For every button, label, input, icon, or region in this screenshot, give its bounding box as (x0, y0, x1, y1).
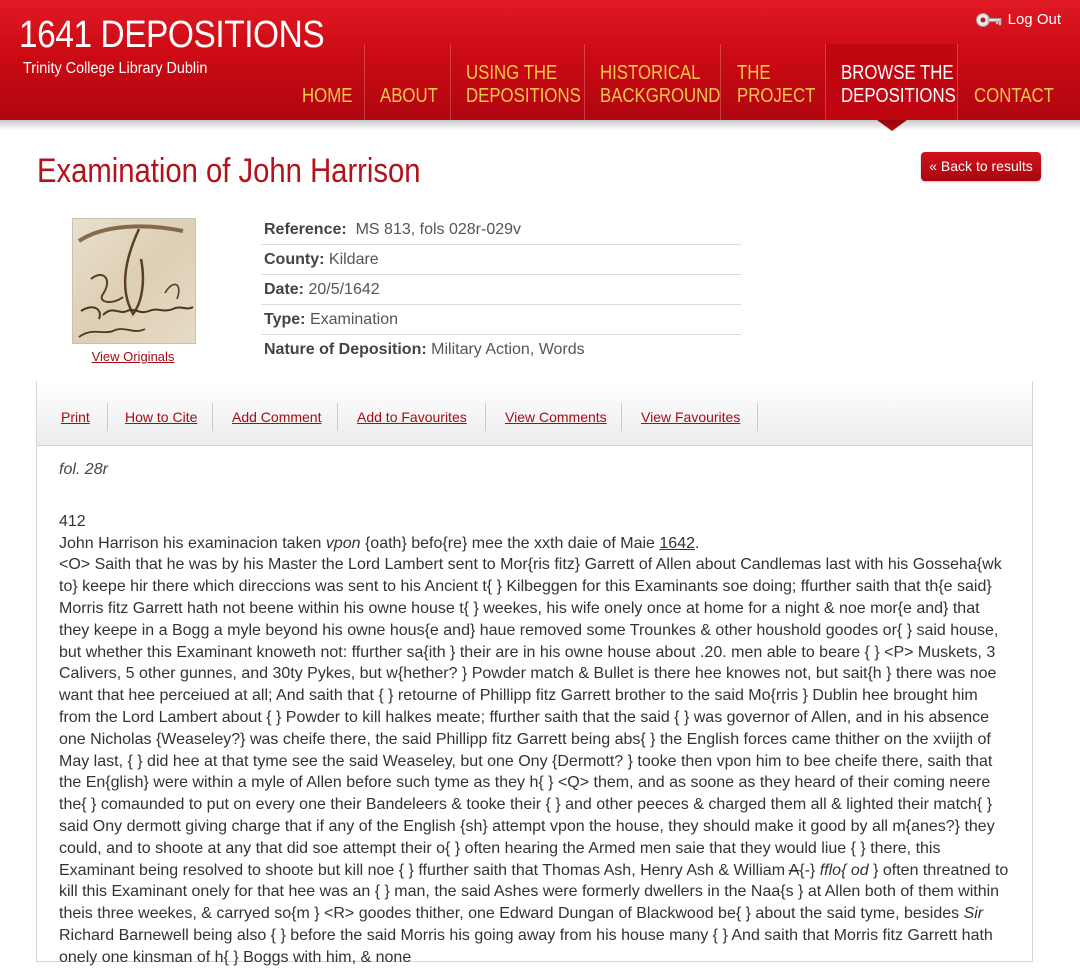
paragraph-text-2: {-} (799, 861, 820, 879)
meta-county: County: Kildare (261, 245, 741, 275)
paragraph-struck-text: A (788, 861, 800, 879)
manuscript-thumbnail[interactable] (72, 218, 196, 344)
how-to-cite-link[interactable]: How to Cite (125, 409, 197, 425)
nav-historical-label: HISTORICAL BACKGROUND (600, 62, 721, 107)
key-icon (975, 12, 1002, 27)
deposition-panel: Print How to Cite Add Comment Add to Fav… (36, 381, 1033, 966)
meta-reference-value: MS 813, fols 028r-029v (355, 221, 522, 238)
page-number: 412 (59, 512, 86, 530)
add-to-favourites-link[interactable]: Add to Favourites (357, 409, 467, 425)
deposition-metadata: Reference: MS 813, fols 028r-029v County… (261, 215, 741, 364)
back-to-results-button[interactable]: « Back to results (921, 152, 1041, 181)
nav-home[interactable]: HOME (286, 44, 364, 120)
nav-contact-label: CONTACT (974, 85, 1054, 107)
heading-text: John Harrison his examinacion taken (59, 534, 326, 552)
meta-nature-value: Military Action, Words (431, 341, 585, 358)
transcript: fol. 28r 412 John Harrison his examinaci… (59, 459, 1014, 969)
heading-vpon: vpon (325, 534, 361, 552)
meta-date-label: Date: (264, 281, 305, 298)
print-link[interactable]: Print (61, 409, 90, 425)
toolbar-divider (621, 403, 622, 431)
main-nav: HOME ABOUT USING THE DEPOSITIONS HISTORIC… (0, 44, 1080, 131)
logout-label: Log Out (1007, 11, 1061, 28)
nav-browse-label: BROWSE THE DEPOSITIONS (841, 62, 956, 107)
nav-home-label: HOME (302, 85, 353, 107)
nav-browse-the-depositions[interactable]: BROWSE THE DEPOSITIONS (826, 44, 957, 131)
meta-nature-label: Nature of Deposition: (264, 341, 427, 358)
nav-historical-background[interactable]: HISTORICAL BACKGROUND (584, 44, 720, 120)
folio-label: fol. 28r (59, 461, 108, 478)
add-comment-link[interactable]: Add Comment (232, 409, 321, 425)
meta-county-label: County: (264, 251, 325, 268)
meta-reference-label: Reference: (264, 221, 347, 238)
meta-type-value: Examination (309, 311, 398, 328)
meta-nature: Nature of Deposition: Military Action, W… (261, 335, 741, 364)
nav-using-label: USING THE DEPOSITIONS (466, 62, 581, 107)
paragraph-text: <O> Saith that he was by his Master the … (59, 556, 1002, 879)
action-toolbar: Print How to Cite Add Comment Add to Fav… (37, 381, 1032, 446)
toolbar-divider (337, 403, 338, 431)
heading-year: 1642 (659, 534, 695, 552)
meta-date-value: 20/5/1642 (308, 281, 380, 298)
heading-text-2: {oath} befo{re} mee the xxth daie of Mai… (360, 534, 660, 552)
paragraph-sir: Sir (963, 905, 984, 923)
toolbar-divider (485, 403, 486, 431)
view-originals-link[interactable]: View Originals (72, 349, 194, 364)
meta-reference: Reference: MS 813, fols 028r-029v (261, 215, 741, 245)
paragraph-text-4: Richard Barnewell being also { } before … (59, 926, 993, 966)
logout-link[interactable]: Log Out (975, 11, 1061, 28)
nav-using-the-depositions[interactable]: USING THE DEPOSITIONS (450, 44, 584, 120)
meta-type: Type: Examination (261, 305, 741, 335)
meta-type-label: Type: (264, 311, 306, 328)
nav-contact[interactable]: CONTACT (958, 44, 1068, 120)
nav-project-label: THE PROJECT (737, 62, 816, 107)
transcript-heading: John Harrison his examinacion taken vpon… (59, 533, 1014, 555)
toolbar-divider (107, 403, 108, 431)
meta-date: Date: 20/5/1642 (261, 275, 741, 305)
paragraph-italic: fflo{ od (819, 861, 869, 879)
view-favourites-link[interactable]: View Favourites (641, 409, 740, 425)
nav-the-project[interactable]: THE PROJECT (721, 44, 825, 120)
view-comments-link[interactable]: View Comments (505, 409, 607, 425)
header-shadow (0, 120, 1080, 130)
meta-county-value: Kildare (328, 251, 379, 268)
toolbar-divider (757, 403, 758, 431)
nav-about[interactable]: ABOUT (364, 44, 450, 120)
transcript-paragraph: <O> Saith that he was by his Master the … (59, 554, 1014, 968)
page-title: Examination of John Harrison (37, 152, 421, 190)
manuscript-script-image (77, 224, 194, 338)
toolbar-divider (212, 403, 213, 431)
heading-end: . (694, 534, 700, 552)
nav-about-label: ABOUT (380, 85, 438, 107)
site-header: 1641 DEPOSITIONS Trinity College Library… (0, 0, 1080, 131)
